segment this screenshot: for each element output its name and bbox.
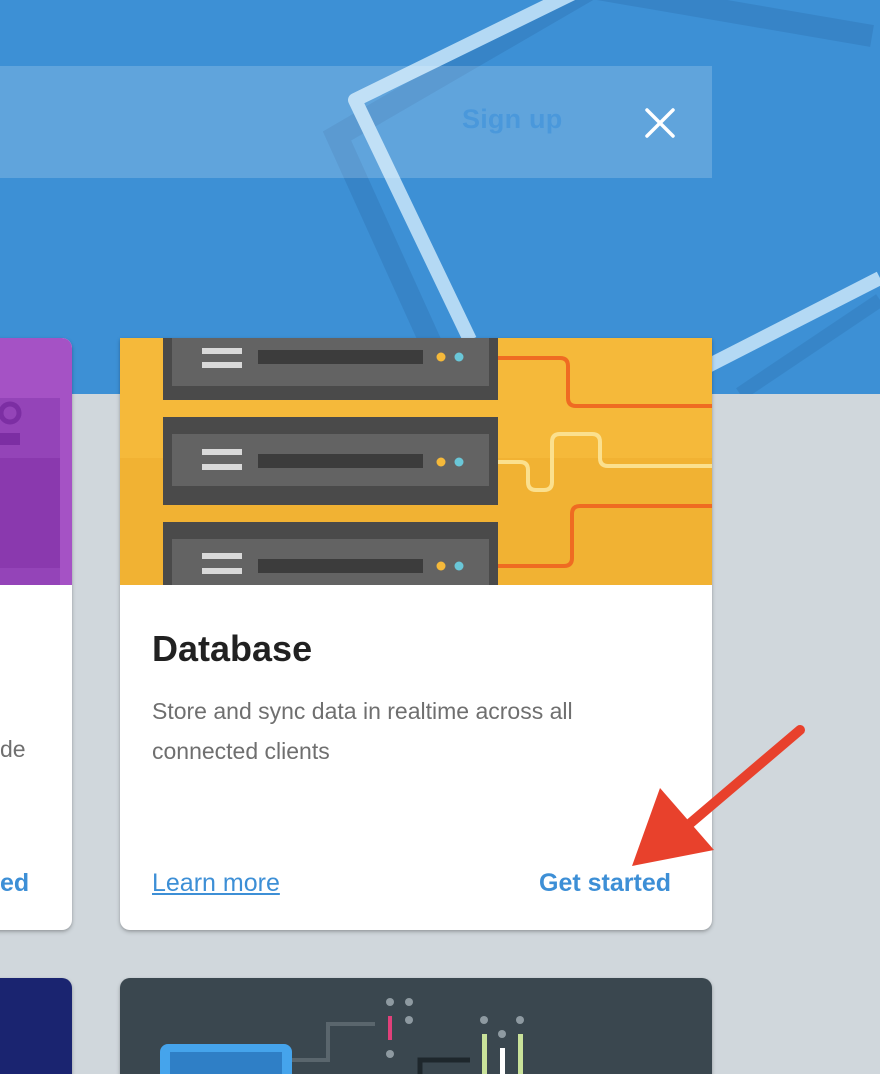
left-card-description: de bbox=[0, 736, 26, 762]
close-icon[interactable] bbox=[640, 103, 680, 143]
server-unit-1 bbox=[163, 338, 498, 400]
left-card-image bbox=[0, 338, 72, 585]
learn-more-link[interactable]: Learn more bbox=[152, 869, 280, 898]
red-arrow-pointer bbox=[632, 725, 805, 866]
signup-button[interactable]: Sign up bbox=[462, 104, 562, 135]
left-card-get-started[interactable]: ed bbox=[0, 869, 29, 898]
signup-banner bbox=[0, 66, 712, 178]
left-bottom-card bbox=[0, 978, 72, 1074]
hero-decoration bbox=[322, 0, 880, 394]
server-rack-illustration bbox=[120, 338, 712, 585]
page: Sign up de ed Database Store and sync da… bbox=[0, 0, 880, 1074]
bottom-card bbox=[120, 978, 712, 1074]
card-title: Database bbox=[152, 628, 313, 669]
bottom-card-illustration bbox=[160, 998, 524, 1074]
left-card: de ed bbox=[0, 338, 72, 930]
hero-header: Sign up bbox=[0, 0, 880, 394]
card-description: Store and sync data in realtime across a… bbox=[152, 698, 573, 764]
server-unit-3 bbox=[163, 522, 498, 585]
server-unit-2 bbox=[163, 417, 498, 505]
